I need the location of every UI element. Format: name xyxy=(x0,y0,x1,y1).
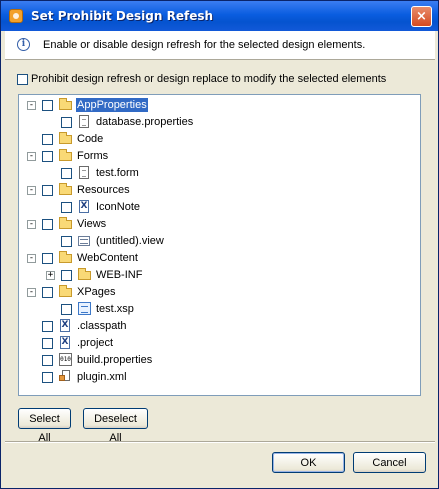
tree-item-checkbox[interactable] xyxy=(61,202,72,213)
expand-toggle-icon[interactable]: + xyxy=(46,271,55,280)
tree-item[interactable]: X IconNote xyxy=(19,199,419,216)
tree-item-checkbox[interactable] xyxy=(61,236,72,247)
tree-item-checkbox[interactable] xyxy=(42,219,53,230)
collapse-toggle-icon[interactable]: - xyxy=(27,288,36,297)
x-file-icon: X xyxy=(79,200,89,213)
info-text: Enable or disable design refresh for the… xyxy=(43,39,366,51)
folder-icon xyxy=(58,285,73,299)
tree-item-checkbox[interactable] xyxy=(42,253,53,264)
tree-item-label[interactable]: test.xsp xyxy=(95,302,135,316)
tree-item-label[interactable]: .classpath xyxy=(76,319,128,333)
binary-file-icon: 010 xyxy=(58,353,73,367)
tree-item[interactable]: Code xyxy=(19,131,419,148)
tree-item[interactable]: X .project xyxy=(19,335,419,352)
deselect-all-button[interactable]: Deselect All xyxy=(83,408,148,444)
ok-button[interactable]: OK xyxy=(272,452,345,473)
tree-item[interactable]: plugin.xml xyxy=(19,369,419,386)
tree-item[interactable]: test.xsp xyxy=(19,301,419,318)
folder-icon xyxy=(77,268,92,282)
tree-item-label[interactable]: (untitled).view xyxy=(95,234,165,248)
tree-item[interactable]: - Forms xyxy=(19,148,419,165)
tree-item-checkbox[interactable] xyxy=(61,117,72,128)
folder-icon xyxy=(58,98,73,112)
tree-item-label[interactable]: plugin.xml xyxy=(76,370,128,384)
x-file-icon: X xyxy=(60,319,70,332)
xsp-icon xyxy=(77,302,92,316)
tree-item-checkbox[interactable] xyxy=(42,100,53,111)
tree-item[interactable]: database.properties xyxy=(19,114,419,131)
tree-item[interactable]: test.form xyxy=(19,165,419,182)
tree-item-label[interactable]: XPages xyxy=(76,285,117,299)
select-all-button[interactable]: Select All xyxy=(18,408,71,444)
document-icon xyxy=(77,166,92,180)
app-icon xyxy=(9,9,23,23)
folder-icon xyxy=(58,149,73,163)
tree-item-label[interactable]: WebContent xyxy=(76,251,139,265)
tree-item-label[interactable]: Views xyxy=(76,217,107,231)
tree-item-label[interactable]: .project xyxy=(76,336,114,350)
info-banner: i Enable or disable design refresh for t… xyxy=(5,31,435,60)
plugin-icon xyxy=(58,370,73,384)
button-separator xyxy=(5,441,435,443)
close-button[interactable]: × xyxy=(411,6,432,27)
folder-icon xyxy=(58,217,73,231)
folder-icon xyxy=(58,251,73,265)
x-file-icon: X xyxy=(60,336,70,349)
tree-item[interactable]: - WebContent xyxy=(19,250,419,267)
tree-item-checkbox[interactable] xyxy=(42,134,53,145)
tree-item-checkbox[interactable] xyxy=(42,338,53,349)
prohibit-refresh-label[interactable]: Prohibit design refresh or design replac… xyxy=(31,73,386,85)
tree-item-checkbox[interactable] xyxy=(61,304,72,315)
tree-item-label[interactable]: build.properties xyxy=(76,353,153,367)
tree-item-checkbox[interactable] xyxy=(42,287,53,298)
document-icon xyxy=(77,115,92,129)
tree-item-checkbox[interactable] xyxy=(42,321,53,332)
dialog-window: Set Prohibit Design Refesh × i Enable or… xyxy=(0,0,439,489)
cancel-button[interactable]: Cancel xyxy=(353,452,426,473)
tree-item-label[interactable]: Resources xyxy=(76,183,131,197)
tree-item[interactable]: 010 build.properties xyxy=(19,352,419,369)
dialog-title: Set Prohibit Design Refesh xyxy=(31,9,214,23)
collapse-toggle-icon[interactable]: - xyxy=(27,101,36,110)
tree-item[interactable]: + WEB-INF xyxy=(19,267,419,284)
collapse-toggle-icon[interactable]: - xyxy=(27,152,36,161)
tree-item-label[interactable]: test.form xyxy=(95,166,140,180)
tree-item-label[interactable]: database.properties xyxy=(95,115,194,129)
view-icon xyxy=(77,234,92,248)
tree-item-checkbox[interactable] xyxy=(42,151,53,162)
tree-item-checkbox[interactable] xyxy=(61,270,72,281)
tree-item-checkbox[interactable] xyxy=(42,185,53,196)
folder-icon xyxy=(58,132,73,146)
tree-item[interactable]: - AppProperties xyxy=(19,97,419,114)
tree-item-label[interactable]: Code xyxy=(76,132,104,146)
tree-item[interactable]: X .classpath xyxy=(19,318,419,335)
tree-item[interactable]: - XPages xyxy=(19,284,419,301)
info-icon: i xyxy=(17,38,30,51)
collapse-toggle-icon[interactable]: - xyxy=(27,220,36,229)
tree-item-label[interactable]: IconNote xyxy=(95,200,141,214)
tree-item[interactable]: (untitled).view xyxy=(19,233,419,250)
folder-icon xyxy=(58,183,73,197)
tree-item[interactable]: - Resources xyxy=(19,182,419,199)
design-elements-tree[interactable]: - AppProperties database.properties Code - Fo… xyxy=(18,94,421,396)
tree-item-checkbox[interactable] xyxy=(42,355,53,366)
collapse-toggle-icon[interactable]: - xyxy=(27,186,36,195)
collapse-toggle-icon[interactable]: - xyxy=(27,254,36,263)
tree-item[interactable]: - Views xyxy=(19,216,419,233)
tree-item-checkbox[interactable] xyxy=(61,168,72,179)
tree-item-label[interactable]: WEB-INF xyxy=(95,268,143,282)
tree-item-label[interactable]: Forms xyxy=(76,149,109,163)
title-bar[interactable]: Set Prohibit Design Refesh × xyxy=(1,1,438,31)
tree-item-checkbox[interactable] xyxy=(42,372,53,383)
prohibit-refresh-checkbox[interactable] xyxy=(17,74,28,85)
tree-item-label[interactable]: AppProperties xyxy=(76,98,148,112)
